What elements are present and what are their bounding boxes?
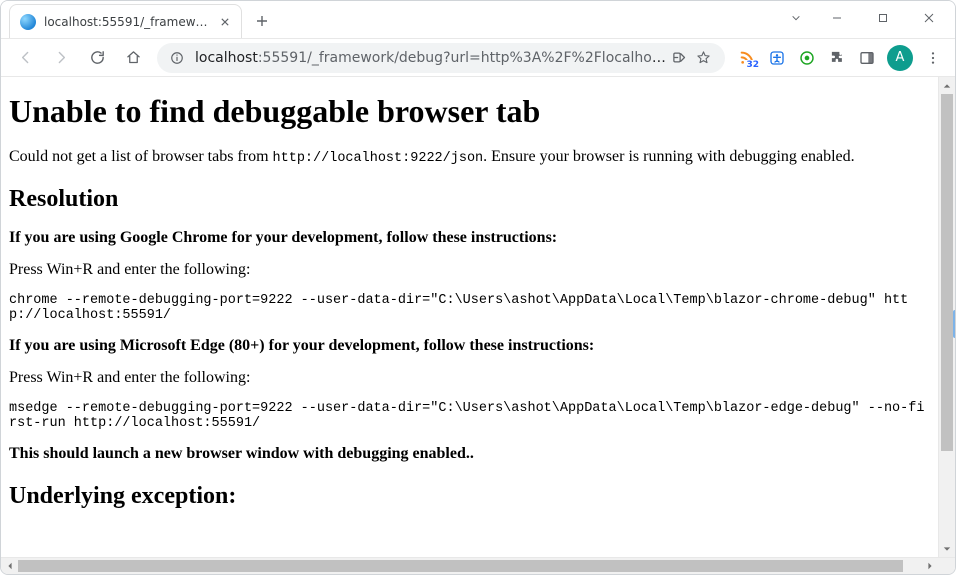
horizontal-scrollbar-row [1,557,955,574]
content-area: Unable to find debuggable browser tab Co… [1,77,955,557]
hscroll-track[interactable] [18,558,921,574]
url-text: localhost:55591/_framework/debug?url=htt… [195,50,667,66]
chrome-instructions-heading: If you are using Google Chrome for your … [9,229,930,247]
titlebar: localhost:55591/_framework/deb [1,1,955,39]
browser-window: localhost:55591/_framework/deb [0,0,956,575]
bookmark-icon[interactable] [691,46,715,70]
tab-search-button[interactable] [778,3,814,33]
active-tab[interactable]: localhost:55591/_framework/deb [9,4,242,38]
extension-rss-icon[interactable]: 32 [733,44,761,72]
edge-command-code: msedge --remote-debugging-port=9222 --us… [9,401,930,431]
minimize-button[interactable] [814,3,860,33]
tab-title: localhost:55591/_framework/deb [44,15,209,29]
navigation-toolbar: localhost:55591/_framework/debug?url=htt… [1,39,955,77]
close-window-button[interactable] [906,3,952,33]
back-button[interactable] [9,42,41,74]
exception-heading: Underlying exception: [9,483,930,510]
chrome-command-code: chrome --remote-debugging-port=9222 --us… [9,293,930,323]
page-content: Unable to find debuggable browser tab Co… [1,77,938,557]
toolbar-right: 32 A [733,44,947,72]
page-title: Unable to find debuggable browser tab [9,93,930,130]
side-panel-button[interactable] [853,44,881,72]
profile-initial: A [896,50,905,65]
json-url-code: http://localhost:9222/json [273,151,484,166]
profile-avatar[interactable]: A [887,45,913,71]
scroll-up-arrow[interactable] [939,77,955,94]
app-menu-button[interactable] [919,44,947,72]
reload-button[interactable] [81,42,113,74]
rss-badge: 32 [745,60,760,70]
window-controls [778,3,952,33]
scroll-down-arrow[interactable] [939,540,955,557]
hscroll-thumb[interactable] [18,560,903,572]
horizontal-scrollbar[interactable] [1,558,938,574]
address-bar[interactable]: localhost:55591/_framework/debug?url=htt… [157,43,725,73]
site-info-icon[interactable] [169,50,185,66]
extension-accessibility-icon[interactable] [763,44,791,72]
forward-button[interactable] [45,42,77,74]
scroll-left-arrow[interactable] [1,562,18,570]
home-button[interactable] [117,42,149,74]
error-paragraph: Could not get a list of browser tabs fro… [9,148,930,166]
resolution-heading: Resolution [9,186,930,213]
extensions-button[interactable] [823,44,851,72]
scroll-thumb[interactable] [941,94,953,451]
share-icon[interactable] [667,46,691,70]
winr-instruction-edge: Press Win+R and enter the following: [9,369,930,387]
extension-green-icon[interactable] [793,44,821,72]
new-tab-button[interactable] [248,7,276,35]
scroll-right-arrow[interactable] [921,562,938,570]
edge-instructions-heading: If you are using Microsoft Edge (80+) fo… [9,337,930,355]
tabstrip: localhost:55591/_framework/deb [9,4,276,38]
summary-paragraph: This should launch a new browser window … [9,445,930,463]
favicon-icon [20,14,36,30]
scroll-corner [938,558,955,575]
close-tab-button[interactable] [217,14,233,30]
winr-instruction: Press Win+R and enter the following: [9,261,930,279]
maximize-button[interactable] [860,3,906,33]
